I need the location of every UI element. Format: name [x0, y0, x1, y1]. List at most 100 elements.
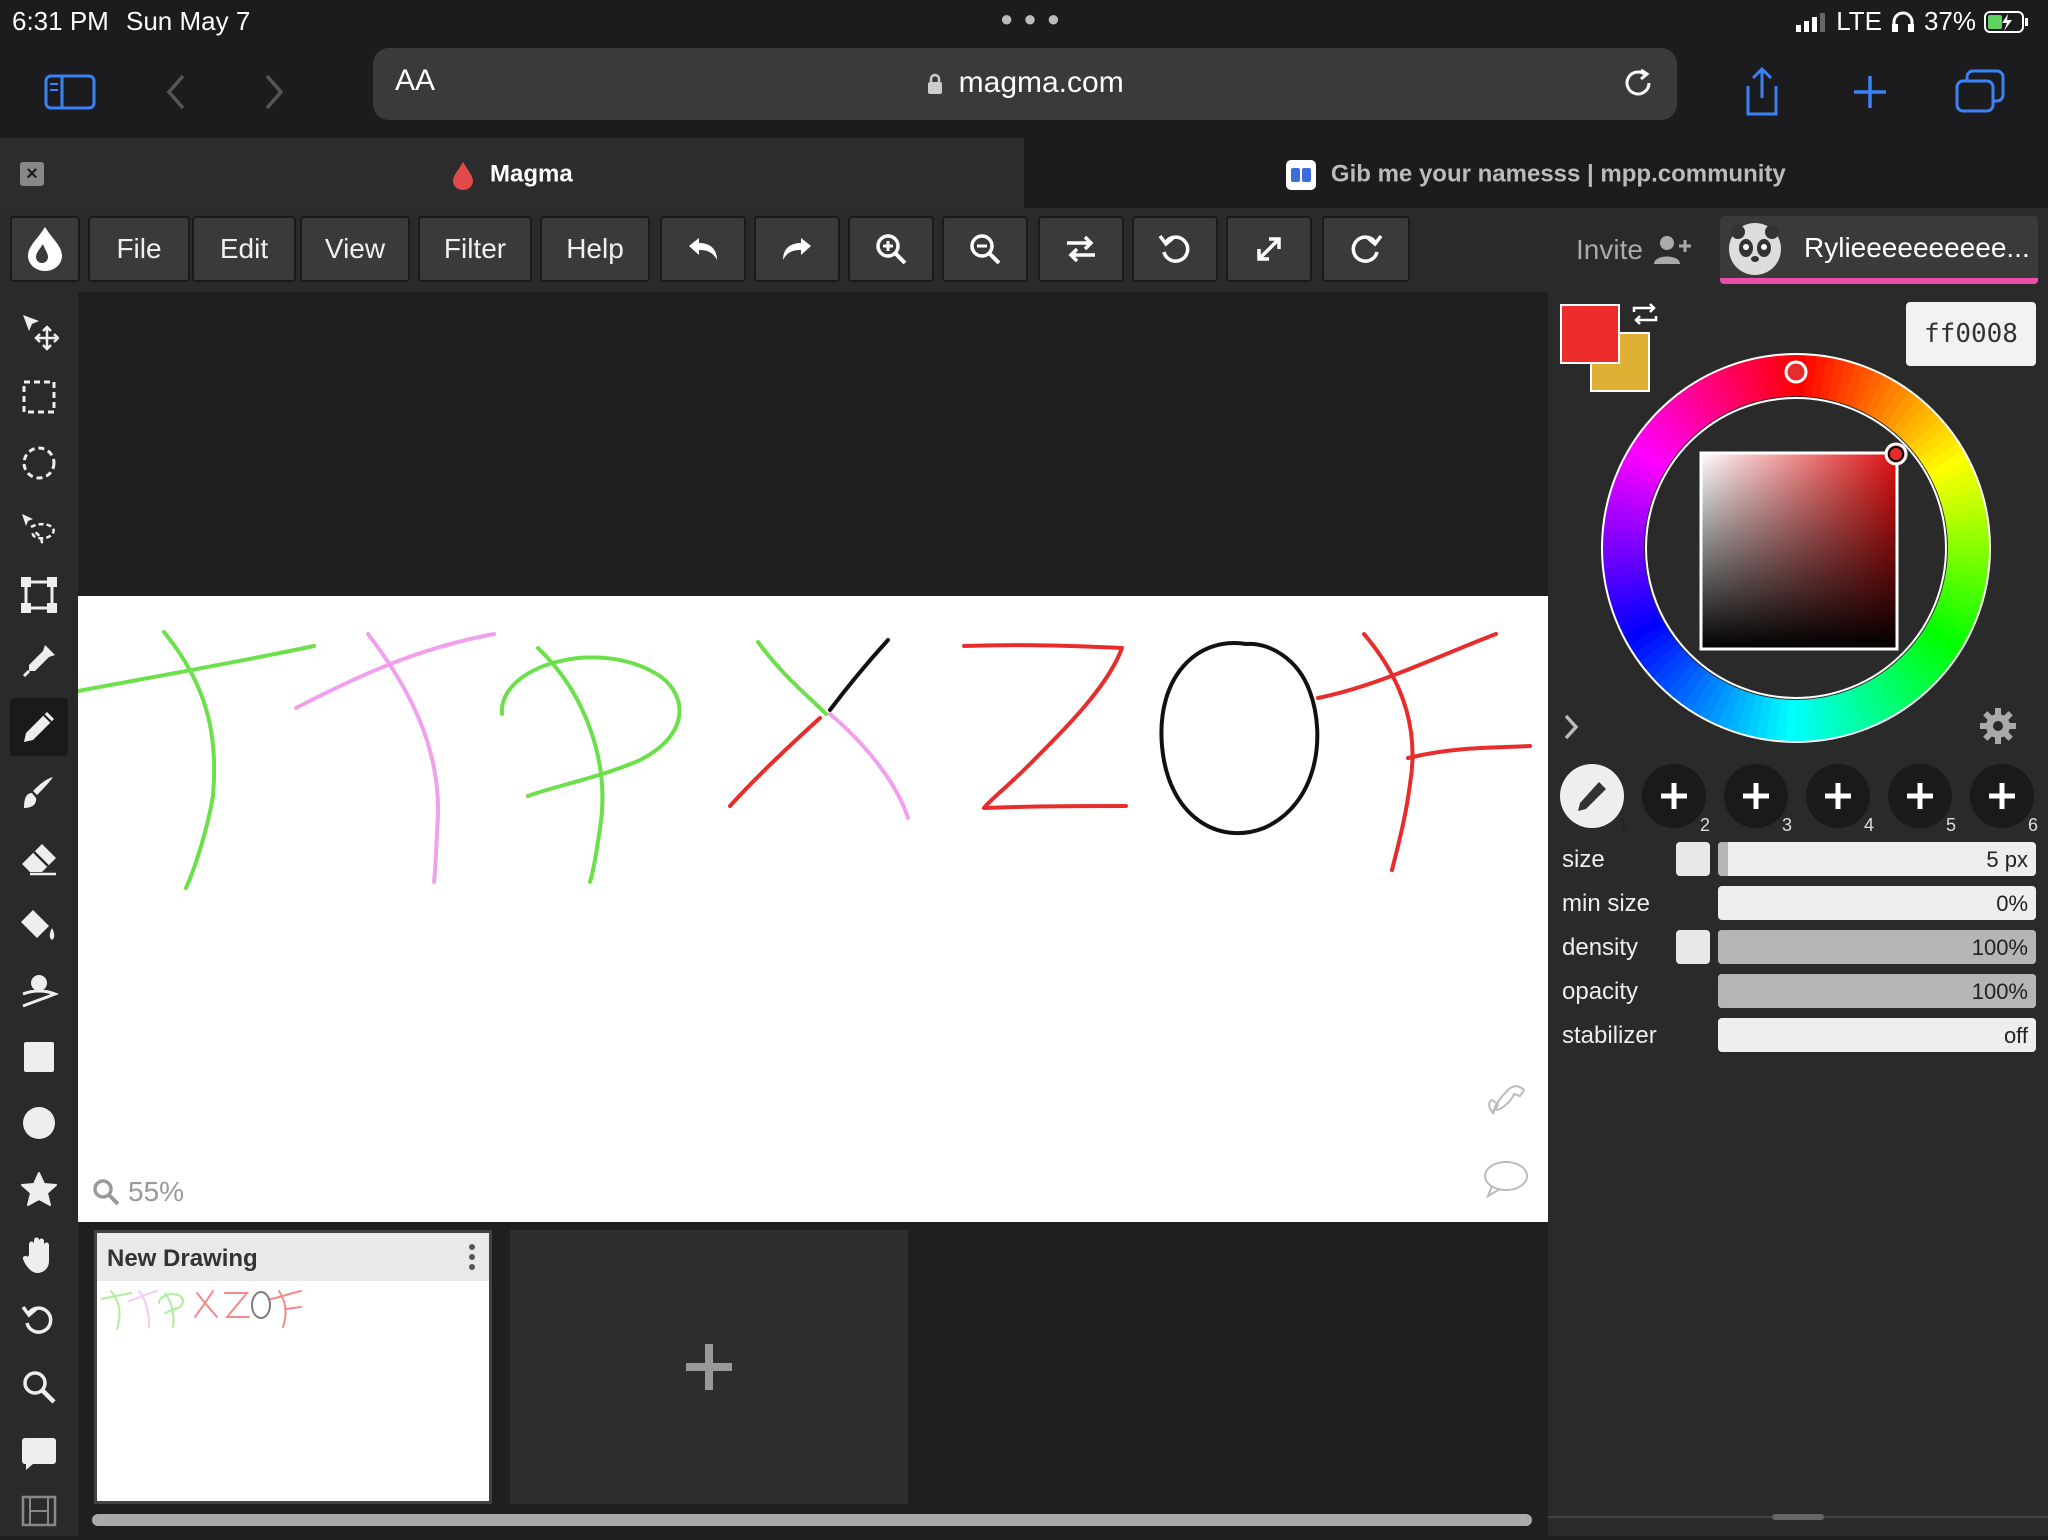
drawing-card[interactable]: New Drawing — [94, 1230, 492, 1504]
lasso-tool[interactable] — [10, 500, 68, 558]
rect-select-tool[interactable] — [10, 368, 68, 426]
tool-rail — [0, 292, 78, 1536]
undo-icon — [689, 238, 717, 260]
bucket-tool[interactable] — [10, 896, 68, 954]
pencil-icon — [1578, 782, 1606, 811]
animation-tool[interactable] — [10, 1482, 68, 1540]
plus-icon — [1907, 783, 1933, 809]
close-tab-icon[interactable]: × — [20, 162, 44, 186]
gear-icon[interactable] — [1978, 706, 2018, 746]
menu-help[interactable]: Help — [540, 216, 650, 282]
hand-tool[interactable] — [10, 1226, 68, 1284]
zoom-magnifier-icon — [93, 1179, 120, 1206]
brush-slot-2[interactable]: 2 — [1642, 764, 1710, 835]
stabilizer-slider[interactable]: off — [1718, 1018, 2036, 1052]
brush-slot-1[interactable]: 1 — [1560, 764, 1628, 835]
opacity-value: 100% — [1971, 979, 2028, 1004]
battery-icon — [1984, 10, 2030, 34]
rotate-right-button[interactable] — [1322, 216, 1410, 282]
voice-call-icon[interactable] — [1484, 1074, 1528, 1118]
chevron-right-icon[interactable] — [1560, 712, 1582, 742]
rotate-left-button[interactable] — [1132, 216, 1218, 282]
invite-label: Invite — [1576, 234, 1643, 265]
zoom-in-button[interactable] — [848, 216, 934, 282]
fullscreen-button[interactable] — [1226, 216, 1312, 282]
horizontal-scrollbar[interactable] — [92, 1514, 1532, 1526]
brush-slot-5[interactable]: 5 — [1888, 764, 1956, 835]
new-drawing-button[interactable] — [510, 1230, 908, 1504]
density-slider[interactable]: 100% — [1718, 930, 2036, 964]
brush-tool[interactable] — [10, 764, 68, 822]
tabs-overview-icon[interactable] — [1950, 62, 2010, 122]
eyedropper-tool[interactable] — [10, 632, 68, 690]
chat-icon[interactable] — [1482, 1158, 1530, 1198]
swap-colors-icon[interactable] — [1630, 302, 1660, 326]
tab-mpp-community[interactable]: Gib me your namesss | mpp.community — [1024, 138, 2048, 208]
swap-arrows-icon — [1067, 235, 1095, 263]
magma-home-button[interactable] — [10, 216, 80, 282]
comment-tool[interactable] — [10, 1424, 68, 1482]
brush-slot-4[interactable]: 4 — [1806, 764, 1874, 835]
new-tab-icon[interactable] — [1840, 62, 1900, 122]
saturation-value-square[interactable] — [1699, 451, 1899, 651]
drawings-strip: New Drawing — [78, 1222, 1548, 1536]
menu-edit[interactable]: Edit — [192, 216, 296, 282]
eraser-icon — [22, 844, 56, 876]
canvas-area[interactable]: 55% — [78, 292, 1548, 1222]
eraser-tool[interactable] — [10, 830, 68, 888]
multitask-dots-icon[interactable]: ● ● ● — [1000, 6, 1062, 32]
size-pressure-toggle[interactable] — [1676, 842, 1710, 876]
share-icon[interactable] — [1732, 62, 1792, 122]
opacity-slider[interactable]: 100% — [1718, 974, 2036, 1008]
user-menu-button[interactable]: Rylieeeeeeeeee... — [1720, 216, 2038, 284]
shape-tool[interactable] — [10, 1160, 68, 1218]
kebab-menu-icon[interactable] — [467, 1243, 477, 1271]
menu-view[interactable]: View — [300, 216, 410, 282]
drawing-title: New Drawing — [107, 1245, 258, 1272]
color-wheel[interactable] — [1600, 352, 1992, 744]
smudge-tool[interactable] — [10, 962, 68, 1020]
stabilizer-value: off — [2003, 1023, 2028, 1048]
redo-icon — [783, 238, 811, 260]
tab-label: Gib me your namesss | mpp.community — [1024, 160, 2048, 190]
network-type: LTE — [1836, 6, 1882, 36]
back-icon[interactable] — [146, 62, 206, 122]
rectangle-tool[interactable] — [10, 1028, 68, 1086]
ellipse-select-icon — [22, 446, 56, 480]
tab-magma[interactable]: Magma — [0, 138, 1024, 208]
density-pressure-toggle[interactable] — [1676, 930, 1710, 964]
zoom-indicator[interactable]: 55% — [92, 1176, 184, 1208]
zoom-out-icon — [970, 234, 1001, 265]
menu-filter[interactable]: Filter — [418, 216, 532, 282]
reload-icon[interactable] — [1619, 64, 1657, 102]
undo-button[interactable] — [660, 216, 746, 282]
menu-file[interactable]: File — [88, 216, 190, 282]
brush-slot-6[interactable]: 6 — [1970, 764, 2038, 835]
transform-tool[interactable] — [10, 566, 68, 624]
invite-button[interactable]: Invite — [1576, 234, 1693, 266]
headphones-icon — [1890, 10, 1916, 34]
zoom-tool[interactable] — [10, 1358, 68, 1416]
pencil-tool[interactable] — [10, 698, 68, 756]
panel-resize-handle[interactable] — [1772, 1514, 1824, 1520]
min-size-slider[interactable]: 0% — [1718, 886, 2036, 920]
flip-button[interactable] — [1038, 216, 1124, 282]
brush-slot-3[interactable]: 3 — [1724, 764, 1792, 835]
zoom-in-icon — [876, 234, 907, 265]
ellipse-tool[interactable] — [10, 1094, 68, 1152]
move-icon — [23, 315, 59, 351]
address-bar[interactable]: AA magma.com — [373, 48, 1677, 120]
move-tool[interactable] — [10, 302, 68, 360]
sidebar-toggle-icon[interactable] — [40, 62, 100, 122]
drawing-canvas[interactable]: 55% — [78, 596, 1548, 1222]
forward-icon[interactable] — [244, 62, 304, 122]
battery-percent: 37% — [1923, 6, 1976, 36]
stabilizer-label: stabilizer — [1562, 1022, 1657, 1049]
color-brush-panel: ff0008 1 2 3 4 5 6 size 5 px min size 0%… — [1548, 292, 2048, 1536]
redo-button[interactable] — [754, 216, 840, 282]
zoom-out-button[interactable] — [942, 216, 1028, 282]
size-slider[interactable]: 5 px — [1718, 842, 2036, 876]
rotate-view-tool[interactable] — [10, 1292, 68, 1350]
ellipse-select-tool[interactable] — [10, 434, 68, 492]
hue-handle[interactable] — [1784, 360, 1808, 384]
